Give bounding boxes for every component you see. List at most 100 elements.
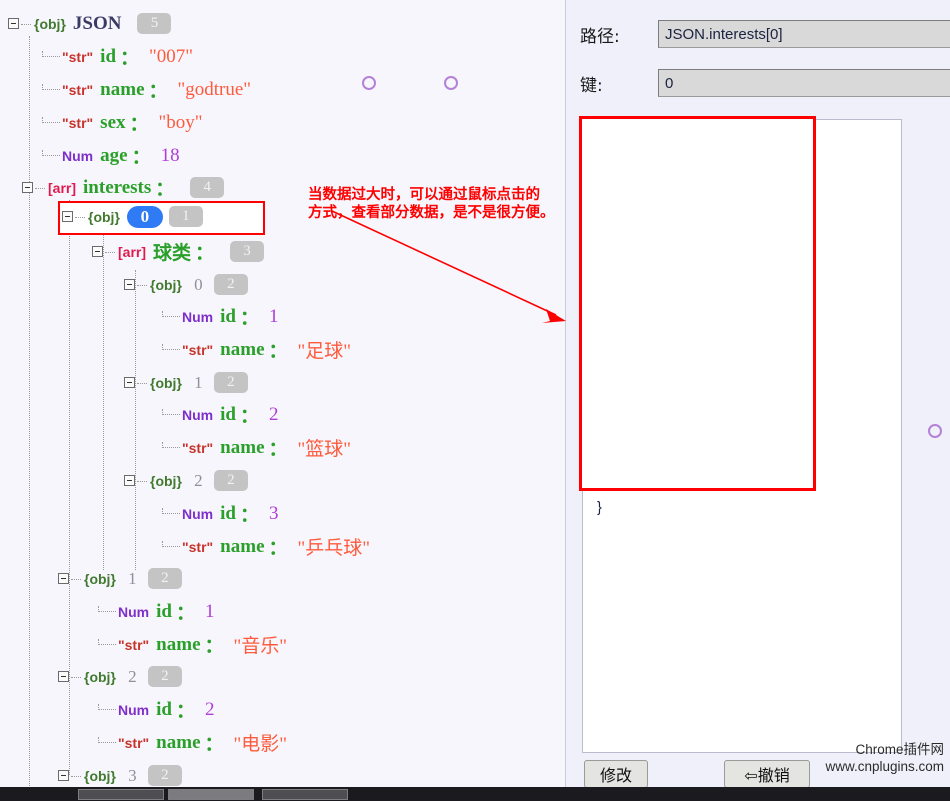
collapse-toggle-icon[interactable] [58, 573, 69, 584]
collapse-toggle-icon[interactable] [62, 211, 73, 222]
taskbar-item[interactable] [262, 789, 348, 800]
collapse-toggle-icon[interactable] [58, 671, 69, 682]
path-input[interactable]: JSON.interests[0] [658, 20, 950, 48]
node-value[interactable]: 18 [161, 145, 180, 167]
node-colon: ： [129, 114, 149, 135]
node-colon: ： [155, 179, 175, 200]
tree-row[interactable]: "str" sex： "boy" [40, 109, 203, 136]
json-tree-panel[interactable]: {obj} JSON 5 "str" id： "007" "str" name ： "godtru… [0, 0, 565, 787]
node-index[interactable]: 1 [123, 569, 142, 589]
node-value[interactable]: 2 [205, 699, 215, 721]
tree-row[interactable]: {obj} 2 2 [124, 467, 248, 494]
tree-guide-line [135, 270, 136, 570]
node-key: id [220, 305, 236, 327]
taskbar-item[interactable] [78, 789, 164, 800]
node-value[interactable]: "篮球" [298, 434, 352, 461]
node-child-count-badge: 2 [213, 274, 248, 295]
node-value[interactable]: "电影" [234, 729, 288, 756]
node-value[interactable]: "boy" [159, 112, 203, 134]
node-child-count-badge: 2 [213, 470, 248, 491]
node-value[interactable]: "007" [149, 46, 193, 68]
node-value[interactable]: 2 [269, 404, 279, 426]
node-type-tag: Num [182, 406, 214, 423]
node-colon: ： [175, 701, 195, 722]
node-index[interactable]: 2 [123, 667, 142, 687]
tree-row[interactable]: Num id： 1 [160, 303, 279, 330]
node-type-tag: "str" [62, 81, 94, 98]
collapse-toggle-icon[interactable] [92, 246, 103, 257]
collapse-toggle-icon[interactable] [124, 279, 135, 290]
tree-connector [96, 736, 116, 749]
key-label: 键: [580, 75, 603, 96]
node-index[interactable]: 2 [189, 471, 208, 491]
collapse-toggle-icon[interactable] [124, 377, 135, 388]
tree-connector [35, 188, 45, 189]
path-field-row: 路径: JSON.interests[0] [580, 20, 950, 48]
key-input[interactable]: 0 [658, 69, 950, 97]
tree-row[interactable]: Num id： 1 [96, 598, 215, 625]
collapse-toggle-icon[interactable] [22, 182, 33, 193]
tree-row[interactable]: Num id： 2 [160, 401, 279, 428]
collapse-toggle-icon[interactable] [8, 18, 19, 29]
collapse-toggle-icon[interactable] [124, 475, 135, 486]
node-key: 球类 [153, 243, 192, 264]
node-value[interactable]: "godtrue" [178, 79, 252, 101]
tree-row[interactable]: Num id： 3 [160, 500, 279, 527]
node-type-tag: {obj} [88, 208, 120, 225]
node-key: name [156, 731, 201, 753]
tree-row[interactable]: "str" name： "足球" [160, 336, 351, 363]
node-type-tag: [arr] [48, 179, 77, 196]
tree-row[interactable]: {obj} 1 2 [124, 369, 248, 396]
tree-row[interactable]: "str" name： "音乐" [96, 631, 287, 658]
tree-row[interactable]: [arr] 球类： 3 [92, 238, 265, 265]
tree-row[interactable]: {obj} 2 2 [58, 663, 182, 690]
decorative-circle [444, 76, 458, 90]
tree-row[interactable]: [arr] interests： 4 [22, 174, 225, 201]
node-value[interactable]: 1 [269, 306, 279, 328]
node-key: id [156, 698, 172, 720]
tree-row[interactable]: "str" name： "篮球" [160, 434, 351, 461]
node-value[interactable]: 1 [205, 601, 215, 623]
tree-row[interactable]: {obj} 3 2 [58, 762, 182, 787]
tree-row[interactable]: "str" name： "电影" [96, 729, 287, 756]
tree-connector [160, 310, 180, 323]
node-key: sex [100, 111, 126, 133]
node-value[interactable]: "音乐" [234, 631, 288, 658]
tree-row[interactable]: "str" name： "乒乓球" [160, 533, 370, 560]
node-child-count-badge: 2 [147, 666, 182, 687]
node-colon: ： [175, 603, 195, 624]
node-child-count-badge: 5 [137, 13, 172, 34]
node-index[interactable]: 3 [123, 766, 142, 786]
undo-button[interactable]: ⇦撤销 [724, 760, 810, 788]
node-child-count-badge: 1 [168, 206, 203, 227]
node-value[interactable]: "乒乓球" [298, 533, 371, 560]
tree-guide-line [29, 36, 30, 787]
tree-row[interactable]: "str" name： "godtrue" [40, 76, 251, 103]
annotation-line-1: 当数据过大时，可以通过鼠标点击的 [308, 187, 540, 203]
node-index[interactable]: 0 [189, 275, 208, 295]
node-type-tag: Num [118, 603, 150, 620]
tree-row[interactable]: Num id： 2 [96, 696, 215, 723]
tree-row[interactable]: {obj} 0 1 [62, 203, 203, 230]
node-index-selected[interactable]: 0 [126, 205, 163, 228]
tree-row[interactable]: "str" id： "007" [40, 43, 193, 70]
os-taskbar[interactable] [0, 787, 950, 801]
tree-row[interactable]: {obj} 0 2 [124, 271, 248, 298]
app-window: {obj} JSON 5 "str" id： "007" "str" name ： "godtru… [0, 0, 950, 801]
node-child-count-badge: 3 [230, 241, 265, 262]
taskbar-item-active[interactable] [168, 789, 254, 800]
tree-row[interactable]: {obj} 1 2 [58, 565, 182, 592]
node-value[interactable]: "足球" [298, 336, 352, 363]
tree-row[interactable]: Num age： 18 [40, 142, 180, 169]
modify-button[interactable]: 修改 [584, 760, 648, 788]
node-key: id [156, 600, 172, 622]
node-key: name [100, 78, 145, 100]
node-type-tag: {obj} [150, 374, 182, 391]
node-index[interactable]: 1 [189, 373, 208, 393]
collapse-toggle-icon[interactable] [58, 770, 69, 781]
detail-panel: 路径: JSON.interests[0] 键: 0 { "球类": [ { "… [565, 0, 950, 788]
tree-row[interactable]: {obj} JSON 5 [8, 10, 172, 37]
node-value[interactable]: 3 [269, 503, 279, 525]
node-type-tag: Num [118, 701, 150, 718]
node-key: age [100, 144, 128, 166]
